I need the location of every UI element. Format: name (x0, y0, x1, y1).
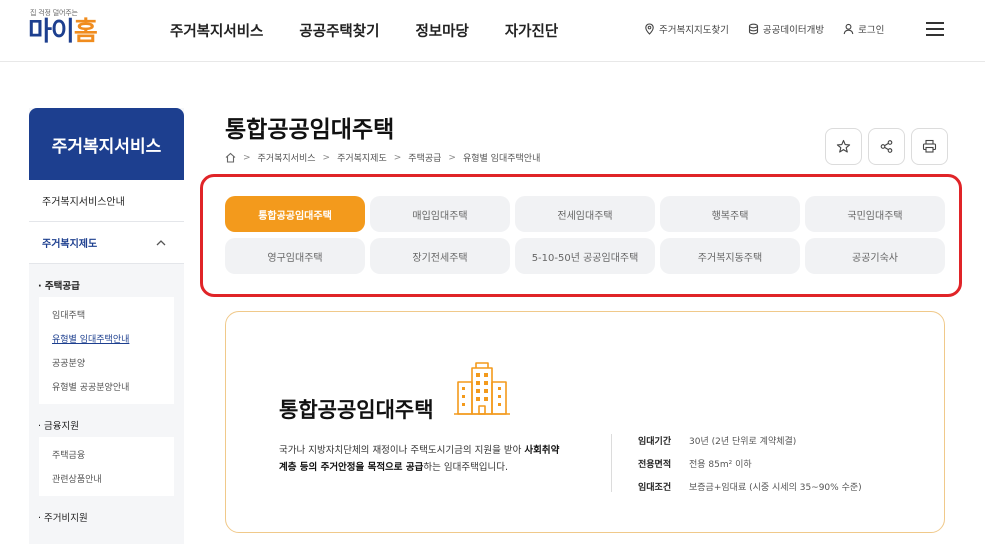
tab-purchase-rental[interactable]: 매입임대주택 (370, 196, 510, 232)
sidebar-group-housing-supply-label: 주택공급 (44, 281, 80, 292)
sidebar-item-welfare-system-label: 주거복지제도 (42, 239, 98, 250)
housing-info-card: 통합공공임대주택 국가나 지방자치단체의 재정이나 주택도시기금의 지원을 받아… (225, 311, 945, 533)
tab-happy-housing[interactable]: 행복주택 (660, 196, 800, 232)
database-icon (748, 23, 758, 35)
tab-jeonse-rental[interactable]: 전세임대주택 (515, 196, 655, 232)
spec-rental-period: 임대기간 30년 (2년 단위로 계약체결) (638, 434, 796, 447)
util-login-label: 로그인 (858, 25, 885, 36)
sidebar-link-rental-by-type[interactable]: 유형별 임대주택안내 (52, 328, 174, 352)
sidebar-group-finance-label: 금융지원 (44, 421, 80, 432)
map-pin-icon (645, 23, 654, 35)
spec-label: 전용면적 (638, 460, 672, 470)
util-welfare-map[interactable]: 주거복지지도찾기 (644, 22, 729, 36)
logo-text-main: 마이 (28, 17, 75, 47)
spec-value: 전용 85m² 이하 (689, 460, 752, 470)
star-icon (836, 139, 851, 153)
sidebar-item-welfare-system[interactable]: 주거복지제도 (29, 222, 184, 264)
sidebar-title: 주거복지서비스 (29, 108, 184, 180)
housing-type-tabs: 통합공공임대주택 매입임대주택 전세임대주택 행복주택 국민임대주택 영구임대주… (225, 196, 945, 274)
logo-text: 마이홈 (28, 17, 98, 47)
page-title: 통합공공임대주택 (225, 117, 395, 143)
sidebar-group-housing-supply[interactable]: · 주택공급 (29, 264, 184, 297)
share-icon (880, 140, 893, 153)
card-title: 통합공공임대주택 (279, 398, 434, 422)
tab-welfare-housing[interactable]: 주거복지동주택 (660, 238, 800, 274)
sidebar-link-public-sale-by-type[interactable]: 유형별 공공분양안내 (52, 376, 174, 400)
breadcrumb: > 주거복지서비스 > 주거복지제도 > 주택공급 > 유형별 임대주택안내 (225, 151, 540, 164)
sidebar-group-housing-cost[interactable]: · 주거비지원 (29, 496, 184, 529)
breadcrumb-item-current: 유형별 임대주택안내 (462, 154, 541, 164)
logo-text-accent: 홈 (73, 17, 98, 47)
sidebar-link-related-products[interactable]: 관련상품안내 (52, 468, 174, 492)
sidebar-link-rental-housing[interactable]: 임대주택 (52, 304, 174, 328)
tab-5-10-50-year-rental[interactable]: 5-10-50년 공공임대주택 (515, 238, 655, 274)
spec-floor-area: 전용면적 전용 85m² 이하 (638, 457, 752, 470)
user-icon (843, 23, 854, 35)
sidebar-group-housing-cost-label: 주거비지원 (44, 513, 88, 524)
spec-value: 30년 (2년 단위로 계약체결) (689, 437, 797, 447)
tab-integrated-public-rental[interactable]: 통합공공임대주택 (225, 196, 365, 232)
util-welfare-map-label: 주거복지지도찾기 (659, 25, 729, 36)
tab-long-term-jeonse[interactable]: 장기전세주택 (370, 238, 510, 274)
util-open-data-label: 공공데이터개방 (762, 25, 825, 36)
tab-permanent-rental[interactable]: 영구임대주택 (225, 238, 365, 274)
card-divider (611, 434, 612, 492)
spec-label: 임대기간 (638, 437, 672, 447)
spec-rental-terms: 임대조건 보증금+임대료 (시중 시세의 35~90% 수준) (638, 480, 862, 493)
sidebar-submenu-finance: 주택금융 관련상품안내 (39, 437, 174, 496)
favorite-button[interactable] (825, 128, 862, 165)
home-icon[interactable] (225, 152, 236, 163)
spec-label: 임대조건 (638, 483, 672, 493)
sidebar-group-finance[interactable]: · 금융지원 (29, 404, 184, 437)
tab-public-dormitory[interactable]: 공공기숙사 (805, 238, 945, 274)
site-logo[interactable]: 집 걱정 덜어주는 마이홈 (28, 8, 118, 54)
card-desc-part-3: 하는 임대주택입니다. (423, 462, 509, 473)
sidebar-link-housing-finance[interactable]: 주택금융 (52, 444, 174, 468)
sidebar-submenu-housing-supply: 임대주택 유형별 임대주택안내 공공분양 유형별 공공분양안내 (39, 297, 174, 404)
menu-icon[interactable] (926, 22, 944, 36)
print-button[interactable] (911, 128, 948, 165)
chevron-up-icon (156, 240, 166, 246)
breadcrumb-item[interactable]: 주택공급 (408, 151, 441, 164)
nav-info[interactable]: 정보마당 (415, 20, 468, 41)
nav-public-housing[interactable]: 공공주택찾기 (299, 20, 379, 41)
printer-icon (922, 139, 937, 153)
utility-links: 주거복지지도찾기 공공데이터개방 로그인 (644, 22, 903, 36)
spec-value: 보증금+임대료 (시중 시세의 35~90% 수준) (689, 483, 862, 493)
util-open-data[interactable]: 공공데이터개방 (748, 22, 824, 36)
tab-national-rental[interactable]: 국민임대주택 (805, 196, 945, 232)
share-button[interactable] (868, 128, 905, 165)
card-desc-part-1: 국가나 지방자치단체의 재정이나 주택도시기금의 지원을 받아 (279, 445, 525, 456)
page-tools (825, 128, 948, 165)
breadcrumb-item[interactable]: 주거복지제도 (337, 151, 387, 164)
nav-housing-welfare[interactable]: 주거복지서비스 (170, 20, 263, 41)
main-nav: 주거복지서비스 공공주택찾기 정보마당 자가진단 (170, 20, 558, 41)
util-login[interactable]: 로그인 (843, 22, 884, 36)
site-header: 집 걱정 덜어주는 마이홈 주거복지서비스 공공주택찾기 정보마당 자가진단 주… (0, 0, 985, 62)
card-description: 국가나 지방자치단체의 재정이나 주택도시기금의 지원을 받아 사회취약계층 등… (279, 442, 564, 476)
sidebar: 주거복지서비스 주거복지서비스안내 주거복지제도 · 주택공급 임대주택 유형별… (29, 108, 184, 544)
sidebar-link-public-sale[interactable]: 공공분양 (52, 352, 174, 376)
building-icon (454, 362, 510, 415)
breadcrumb-item[interactable]: 주거복지서비스 (258, 151, 316, 164)
sidebar-item-service-guide[interactable]: 주거복지서비스안내 (29, 180, 184, 222)
nav-self-check[interactable]: 자가진단 (505, 20, 558, 41)
